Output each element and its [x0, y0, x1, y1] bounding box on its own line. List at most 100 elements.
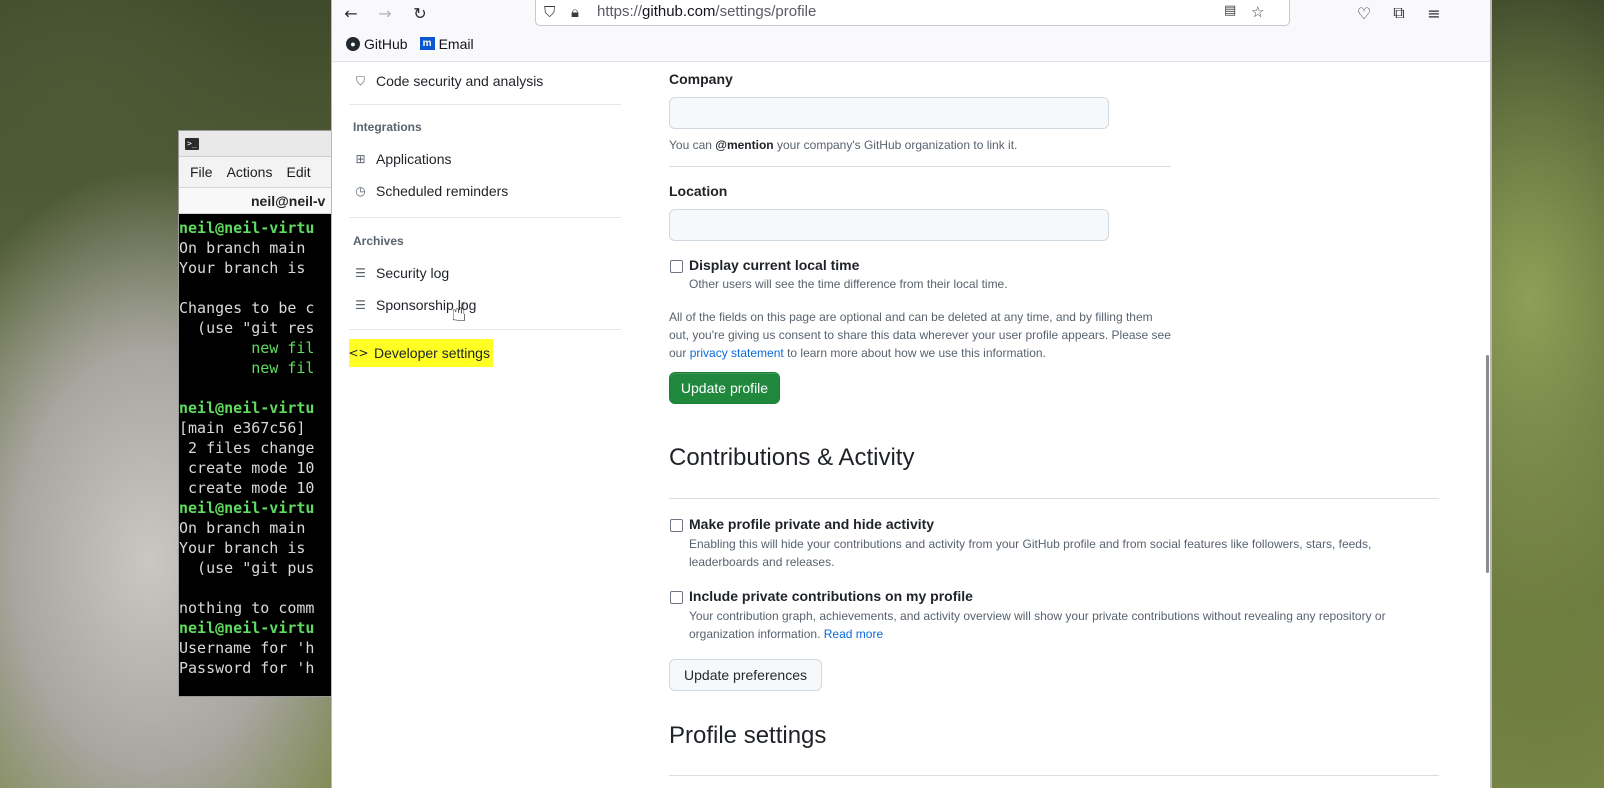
terminal-line: new fil — [179, 359, 315, 377]
terminal-line: [main e367c56] — [179, 419, 306, 437]
include-private-hint: Your contribution graph, achievements, a… — [689, 607, 1449, 643]
reader-view-icon[interactable]: ▤ — [1224, 3, 1236, 18]
sidebar-heading-archives: Archives — [353, 234, 404, 248]
optional-line-1: All of the fields on this page are optio… — [669, 310, 1153, 324]
settings-page: ⛉ Code security and analysis Integration… — [332, 62, 1490, 788]
bookmark-github-label: GitHub — [364, 35, 408, 52]
sidebar-item-label: Applications — [376, 151, 452, 167]
location-label: Location — [669, 183, 728, 199]
sidebar-heading-integrations: Integrations — [353, 120, 422, 134]
url-text[interactable]: https://github.com/settings/profile — [597, 3, 816, 20]
page-scrollbar[interactable] — [1486, 355, 1489, 573]
update-preferences-button[interactable]: Update preferences — [669, 659, 822, 691]
url-bar[interactable]: ⛉ 🔒︎ https://github.com/settings/profile… — [535, 0, 1290, 26]
menu-icon[interactable]: ≡ — [1423, 3, 1445, 23]
shield-icon[interactable]: ⛉ — [544, 3, 555, 21]
hand-pointer-cursor: ☝ — [451, 298, 467, 328]
terminal-output[interactable]: neil@neil-virtu On branch main Your branch… — [179, 214, 337, 696]
company-label: Company — [669, 71, 733, 87]
include-hint-line-1: Your contribution graph, achievements, a… — [689, 609, 1386, 623]
forward-button[interactable]: → — [374, 3, 396, 23]
sidebar-item-label: Security log — [376, 265, 450, 281]
terminal-window[interactable]: >_ File Actions Edit neil@neil-v neil@ne… — [178, 130, 338, 697]
update-profile-button[interactable]: Update profile — [669, 372, 780, 404]
terminal-line: nothing to comm — [179, 599, 315, 617]
log-icon: ☰ — [355, 298, 366, 312]
terminal-line: neil@neil-virtu — [179, 619, 315, 637]
privacy-statement-link[interactable]: privacy statement — [690, 346, 784, 360]
sidebar-item-security-log[interactable]: ☰ Security log — [349, 259, 449, 287]
lock-icon[interactable]: 🔒︎ — [571, 3, 579, 21]
terminal-tab[interactable]: neil@neil-v — [179, 187, 337, 214]
terminal-line: neil@neil-virtu — [179, 399, 315, 417]
terminal-titlebar[interactable]: >_ — [179, 131, 337, 157]
terminal-line: neil@neil-virtu — [179, 499, 315, 517]
bookmark-email[interactable]: m Email — [419, 36, 474, 52]
sidebar-item-applications[interactable]: ⊞ Applications — [349, 145, 452, 173]
local-time-checkbox[interactable] — [670, 260, 683, 273]
bookmarks-toolbar: ● GitHub m Email — [332, 26, 1490, 62]
private-profile-hint: Enabling this will hide your contributio… — [689, 535, 1449, 571]
code-icon: <> — [348, 346, 369, 360]
terminal-line: On branch main — [179, 239, 306, 257]
local-time-label[interactable]: Display current local time — [689, 257, 859, 273]
include-private-label[interactable]: Include private contributions on my prof… — [689, 588, 973, 604]
include-private-checkbox[interactable] — [670, 591, 683, 604]
url-path: /settings/profile — [715, 3, 817, 20]
location-input[interactable] — [669, 209, 1109, 241]
terminal-line: Username for 'h — [179, 639, 315, 657]
contributions-section-title: Contributions & Activity — [669, 444, 915, 471]
read-more-link[interactable]: Read more — [824, 627, 883, 641]
pocket-icon[interactable]: ♡ — [1353, 3, 1375, 23]
bookmark-star-icon[interactable]: ☆ — [1251, 3, 1264, 21]
terminal-line: neil@neil-virtu — [179, 219, 315, 237]
github-icon: ● — [346, 36, 360, 51]
private-hint-line-2: leaderboards and releases. — [689, 555, 835, 569]
sidebar-divider — [349, 104, 621, 105]
browser-toolbar: ← → ↻ ⛉ 🔒︎ https://github.com/settings/p… — [332, 0, 1490, 26]
private-profile-checkbox[interactable] — [670, 519, 683, 532]
sidebar-item-scheduled-reminders[interactable]: ◷ Scheduled reminders — [349, 177, 508, 205]
url-host: github.com — [642, 3, 716, 20]
sidebar-item-code-security[interactable]: ⛉ Code security and analysis — [349, 67, 543, 95]
terminal-menu-actions[interactable]: Actions — [227, 164, 273, 180]
optional-line-3-post: to learn more about how we use this info… — [783, 346, 1046, 360]
terminal-menu-edit[interactable]: Edit — [286, 164, 310, 180]
optional-line-2: out, you're giving us consent to share t… — [669, 328, 1171, 342]
terminal-menu-file[interactable]: File — [190, 164, 213, 180]
mail-icon: m — [419, 37, 435, 50]
terminal-line: (use "git pus — [179, 559, 315, 577]
sidebar-item-label: Scheduled reminders — [376, 183, 509, 199]
reload-button[interactable]: ↻ — [409, 3, 431, 23]
optional-line-3: our privacy statement to learn more abou… — [669, 344, 1189, 362]
optional-line-3-pre: our — [669, 346, 690, 360]
optional-fields-notice: All of the fields on this page are optio… — [669, 308, 1189, 362]
shield-icon: ⛉ — [355, 73, 365, 88]
sidebar-item-developer-settings[interactable]: <> Developer settings — [348, 339, 493, 367]
sidebar-item-label: Code security and analysis — [376, 73, 544, 89]
sidebar-divider — [349, 329, 621, 330]
terminal-menubar: File Actions Edit — [179, 157, 337, 187]
terminal-line: Password for 'h — [179, 659, 315, 677]
private-profile-label[interactable]: Make profile private and hide activity — [689, 516, 934, 532]
extensions-icon[interactable]: ⧉ — [1388, 3, 1410, 23]
terminal-line: create mode 10 — [179, 479, 315, 497]
log-icon: ☰ — [355, 266, 366, 280]
sidebar-item-label: Developer settings — [374, 345, 490, 361]
terminal-line: 2 files change — [179, 439, 315, 457]
private-hint-line-1: Enabling this will hide your contributio… — [689, 537, 1372, 551]
terminal-line: create mode 10 — [179, 459, 315, 477]
terminal-line: Changes to be c — [179, 299, 315, 317]
local-time-hint: Other users will see the time difference… — [689, 277, 1008, 291]
company-hint-post: your company's GitHub organization to li… — [773, 138, 1018, 152]
divider — [669, 498, 1439, 499]
terminal-line: On branch main — [179, 519, 306, 537]
terminal-icon: >_ — [185, 137, 199, 150]
terminal-line: (use "git res — [179, 319, 315, 337]
back-button[interactable]: ← — [340, 3, 362, 23]
company-input[interactable] — [669, 97, 1109, 129]
bookmark-github[interactable]: ● GitHub — [346, 36, 408, 52]
url-scheme: https:// — [597, 3, 643, 20]
